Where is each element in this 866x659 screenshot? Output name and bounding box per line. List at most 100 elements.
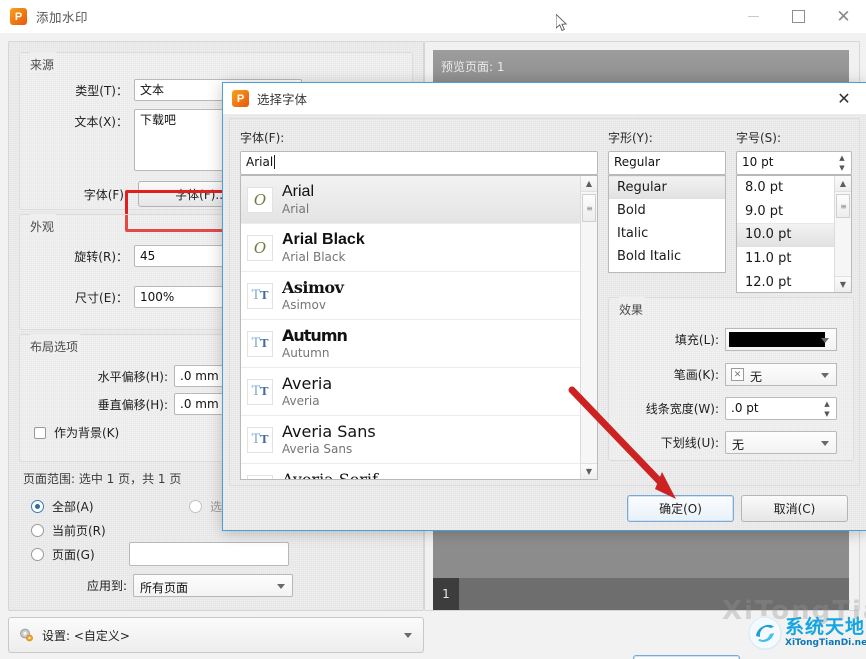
radio-current-page[interactable] — [31, 524, 44, 537]
otf-icon: O — [247, 186, 273, 213]
watermark-cn: 系统天地 — [785, 616, 866, 638]
window-controls: ✕ — [731, 0, 866, 33]
ttf-icon: TT — [247, 330, 273, 357]
maximize-icon[interactable] — [776, 0, 821, 33]
scroll-down-icon[interactable]: ▼ — [581, 463, 597, 479]
stroke-select[interactable]: ✕ 无 — [725, 363, 837, 386]
list-item[interactable]: 11.0 pt — [737, 247, 834, 271]
font-list-viewport: O Arial Arial O Arial Black Arial Black — [241, 176, 580, 479]
size-value: 100% — [140, 290, 175, 304]
size-column: 字号(S): 10 pt ▲ ▼ — [736, 129, 852, 175]
preview-header: 预览页面: 1 — [433, 50, 849, 82]
list-item[interactable]: Bold — [609, 199, 725, 222]
line-width-value: .0 pt — [731, 401, 759, 415]
list-item[interactable]: 12.0 pt — [737, 270, 834, 292]
font-size-stepper[interactable]: 10 pt ▲ ▼ — [736, 151, 852, 175]
preview-page-number[interactable]: 1 — [433, 578, 459, 610]
font-sample: Arial Black — [282, 230, 365, 248]
list-item[interactable]: Bold Italic — [609, 245, 725, 268]
size-list-viewport: 8.0 pt 9.0 pt 10.0 pt 11.0 pt 12.0 pt — [737, 176, 834, 292]
as-background-checkbox[interactable] — [34, 426, 46, 439]
chevron-down-icon — [277, 584, 285, 589]
radio-all-label: 全部(A) — [52, 500, 94, 514]
font-size-spin-arrows[interactable]: ▲ ▼ — [836, 155, 848, 172]
settings-preset-bar[interactable]: 设置: <自定义> — [8, 617, 424, 653]
pages-input[interactable] — [129, 542, 289, 566]
chevron-down-icon[interactable] — [404, 632, 412, 638]
main-window-title: 添加水印 — [36, 10, 89, 25]
font-size-value: 10 pt — [742, 155, 774, 169]
font-sample: Averia Serif — [282, 471, 378, 479]
scroll-up-icon[interactable]: ▲ — [581, 176, 597, 192]
layout-options-title: 布局选项 — [30, 334, 81, 355]
font-sample: Averia Sans — [282, 421, 376, 441]
radio-selection[interactable] — [189, 500, 202, 513]
fill-color-select[interactable] — [725, 328, 837, 351]
font-list-scrollbar[interactable]: ▲ ≡ ▼ — [580, 176, 597, 479]
font-dialog-close-icon[interactable]: ✕ — [822, 83, 866, 114]
radio-current-row[interactable]: 当前页(R) — [31, 522, 106, 539]
apply-to-select[interactable]: 所有页面 — [133, 574, 293, 597]
scrollbar-thumb[interactable]: ≡ — [582, 194, 596, 222]
list-item[interactable]: TT Autumn Autumn — [241, 320, 580, 368]
main-ok-button[interactable]: 确定(O) — [633, 655, 740, 659]
style-listbox[interactable]: Regular Bold Italic Bold Italic — [608, 175, 726, 273]
underline-row: 下划线(U): 无 — [609, 431, 853, 454]
radio-all[interactable] — [31, 500, 44, 513]
scrollbar-thumb[interactable]: ≡ — [836, 194, 850, 218]
h-offset-value: .0 mm — [180, 369, 219, 383]
ttf-icon: TT — [247, 474, 273, 479]
font-column: 字体(F): Arial — [240, 129, 598, 175]
radio-all-row[interactable]: 全部(A) — [31, 498, 94, 515]
underline-select[interactable]: 无 — [725, 431, 837, 454]
as-background-row[interactable]: 作为背景(K) — [34, 424, 119, 441]
font-dialog-app-icon: P — [232, 90, 249, 107]
gear-icon — [18, 627, 34, 643]
size-listbox[interactable]: 8.0 pt 9.0 pt 10.0 pt 11.0 pt 12.0 pt ▲ … — [736, 175, 852, 293]
list-item[interactable]: Italic — [609, 222, 725, 245]
app-icon: P — [10, 8, 27, 25]
font-dialog-content: 字体(F): Arial O Arial Arial O Arial Black… — [229, 118, 860, 486]
list-item[interactable]: TT Averia Serif Averia Serif — [241, 464, 580, 479]
font-listbox[interactable]: O Arial Arial O Arial Black Arial Black — [240, 175, 598, 480]
stroke-label: 笔画(K): — [673, 368, 719, 382]
scroll-up-icon[interactable]: ▲ — [835, 176, 851, 192]
size-list-scrollbar[interactable]: ▲ ≡ ▼ — [834, 176, 851, 292]
minimize-icon[interactable] — [731, 0, 776, 33]
main-titlebar: P 添加水印 ✕ — [0, 0, 866, 34]
scroll-down-icon[interactable]: ▼ — [835, 276, 851, 292]
chevron-down-icon — [821, 338, 829, 343]
no-stroke-icon: ✕ — [731, 368, 744, 381]
radio-pages-row[interactable]: 页面(G) — [31, 546, 95, 563]
otf-icon: O — [247, 234, 273, 261]
line-width-row: 线条宽度(W): .0 pt ▲ ▼ — [609, 397, 853, 420]
radio-current-page-label: 当前页(R) — [52, 524, 106, 538]
list-item[interactable]: O Arial Arial — [241, 176, 580, 224]
font-sample: Averia — [282, 373, 333, 393]
font-dialog-titlebar: P 选择字体 ✕ — [223, 83, 866, 114]
line-width-stepper[interactable]: .0 pt ▲ ▼ — [725, 397, 837, 420]
style-input[interactable]: Regular — [608, 151, 726, 175]
as-background-label: 作为背景(K) — [54, 426, 120, 440]
chevron-down-icon — [821, 441, 829, 446]
text-label: 文本(X)： — [74, 115, 128, 129]
list-item[interactable]: TT Averia Sans Averia Sans — [241, 416, 580, 464]
line-width-spin-arrows[interactable]: ▲ ▼ — [821, 401, 833, 418]
list-item[interactable]: 8.0 pt — [737, 176, 834, 200]
list-item[interactable]: TT Asimov Asimov — [241, 272, 580, 320]
chevron-down-icon — [821, 373, 829, 378]
list-item[interactable]: Regular — [609, 176, 725, 199]
list-item[interactable]: O Arial Black Arial Black — [241, 224, 580, 272]
list-item[interactable]: TT Averia Averia — [241, 368, 580, 416]
close-icon[interactable]: ✕ — [821, 0, 866, 33]
list-item[interactable]: 10.0 pt — [737, 223, 834, 247]
rotation-label: 旋转(R)： — [74, 249, 128, 264]
h-offset-label: 水平偏移(H): — [97, 369, 168, 384]
list-item[interactable]: 9.0 pt — [737, 200, 834, 224]
font-search-input[interactable]: Arial — [240, 151, 598, 175]
radio-pages[interactable] — [31, 548, 44, 561]
font-dialog-cancel-button[interactable]: 取消(C) — [741, 495, 848, 522]
screenshot-root: P 添加水印 ✕ 来源 类型(T)： 文本 文本(X)： 下载吧 字体(F): … — [0, 0, 866, 659]
rotation-value: 45 — [140, 249, 156, 263]
font-dialog-ok-button[interactable]: 确定(O) — [627, 495, 734, 522]
